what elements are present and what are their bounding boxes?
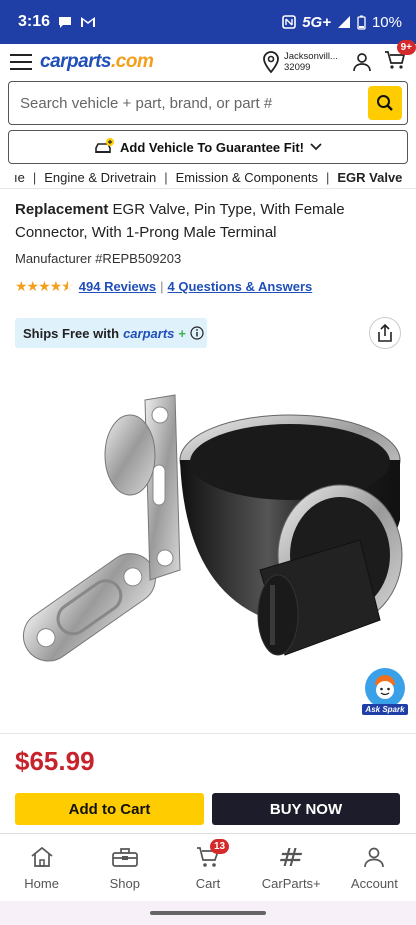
star-rating: ★★★★★☆: [15, 278, 74, 294]
site-logo[interactable]: carparts.com: [40, 51, 154, 73]
ask-spark-button[interactable]: Ask Spark: [362, 668, 408, 720]
location-selector[interactable]: Jacksonvill... 32099: [262, 51, 344, 73]
ships-free-text: Ships Free with: [23, 325, 120, 341]
status-time: 3:16: [18, 13, 51, 30]
info-icon[interactable]: [190, 326, 204, 340]
tab-home[interactable]: Home: [0, 834, 83, 901]
tab-account-label: Account: [350, 876, 398, 891]
product-price: $65.99: [15, 746, 95, 776]
site-header: carparts.com Jacksonvill... 32099 9+: [0, 39, 416, 80]
tab-carparts-plus[interactable]: CarParts+: [250, 834, 333, 901]
rating-row: ★★★★★☆ 494 Reviews | 4 Questions & Answe…: [15, 278, 313, 294]
add-to-cart-button[interactable]: Add to Cart: [15, 793, 204, 825]
ask-spark-label: Ask Spark: [362, 704, 408, 715]
car-plus-icon: [95, 138, 115, 153]
search-bar: [8, 81, 408, 125]
search-input[interactable]: [9, 94, 368, 112]
bottom-tab-bar: Home Shop 13 Cart CarParts+ Account: [0, 833, 416, 901]
manufacturer-number: Manufacturer #REPB509203: [15, 251, 182, 266]
share-button[interactable]: [369, 317, 401, 349]
tab-cart-badge: 13: [210, 839, 230, 854]
tab-home-label: Home: [24, 876, 59, 891]
tab-cart-label: Cart: [195, 876, 221, 891]
tab-carparts-plus-label: CarParts+: [261, 876, 321, 891]
product-title: Replacement EGR Valve, Pin Type, With Fe…: [15, 198, 405, 244]
breadcrumb-current: EGR Valve: [337, 170, 403, 185]
breadcrumb-item[interactable]: ıe: [14, 170, 25, 185]
toolbox-icon: [111, 848, 138, 867]
battery-level: 10%: [371, 13, 402, 31]
chevron-down-icon: [310, 143, 322, 151]
breadcrumb-item-emission[interactable]: Emission & Components: [176, 170, 318, 185]
status-bar: 3:16 5G+ 10%: [0, 0, 416, 44]
spark-avatar-icon: [365, 668, 405, 708]
cart-count-badge: 9+: [396, 39, 416, 55]
menu-icon[interactable]: [10, 54, 32, 70]
home-icon: [31, 846, 53, 867]
divider: [0, 733, 416, 734]
location-pin-icon: [263, 51, 279, 73]
location-city: Jacksonvill...: [284, 51, 338, 62]
add-vehicle-button[interactable]: Add Vehicle To Guarantee Fit!: [8, 130, 408, 164]
location-zip: 32099: [284, 62, 311, 73]
home-gesture-pill[interactable]: [150, 911, 266, 915]
system-nav-bar: [0, 901, 416, 925]
reviews-link[interactable]: 494 Reviews: [79, 279, 156, 294]
account-icon: [364, 847, 385, 868]
signal-icon: [337, 16, 350, 28]
product-image[interactable]: [10, 370, 406, 700]
share-icon: [378, 324, 392, 342]
carparts-plus-brand: carparts: [123, 325, 175, 341]
search-button[interactable]: [368, 86, 402, 120]
breadcrumb: ıe | Engine & Drivetrain | Emission & Co…: [0, 167, 416, 189]
product-brand: Replacement: [15, 201, 109, 218]
buy-now-button[interactable]: BUY NOW: [212, 793, 400, 825]
battery-icon: [357, 15, 366, 30]
tab-account[interactable]: Account: [333, 834, 416, 901]
user-icon[interactable]: [352, 52, 372, 72]
breadcrumb-item-engine[interactable]: Engine & Drivetrain: [44, 170, 156, 185]
questions-link[interactable]: 4 Questions & Answers: [168, 279, 313, 294]
add-vehicle-label: Add Vehicle To Guarantee Fit!: [120, 139, 304, 155]
ships-free-badge: Ships Free with carparts +: [15, 318, 207, 348]
nfc-icon: [282, 15, 296, 29]
carparts-plus-icon: [280, 848, 303, 866]
tab-cart[interactable]: 13 Cart: [166, 834, 249, 901]
search-icon: [377, 95, 393, 111]
tab-shop[interactable]: Shop: [83, 834, 166, 901]
tab-shop-label: Shop: [109, 876, 140, 891]
gmail-icon: [81, 17, 96, 27]
network-type: 5G+: [302, 13, 331, 31]
header-cart-button[interactable]: 9+: [384, 39, 416, 75]
chat-bubble-icon: [59, 17, 72, 28]
